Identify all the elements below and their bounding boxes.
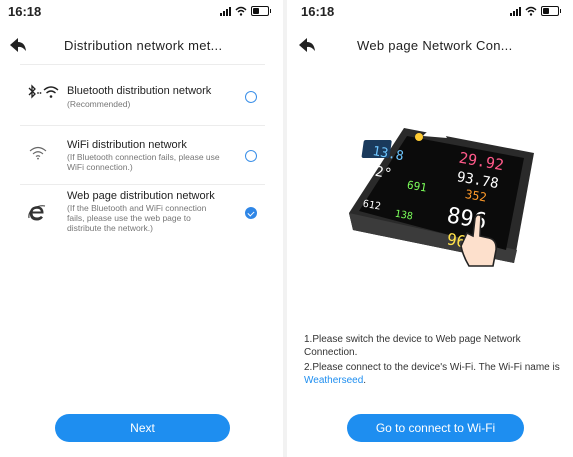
browser-e-icon — [28, 205, 46, 221]
instruction-1: 1.Please switch the device to Web page N… — [304, 334, 521, 358]
nav-bar: Distribution network met... — [0, 28, 283, 62]
status-time: 16:18 — [301, 4, 335, 19]
option-bluetooth[interactable]: Bluetooth distribution network (Recommen… — [20, 64, 265, 125]
status-icons — [510, 6, 561, 16]
option-webpage[interactable]: Web page distribution network (If the Bl… — [20, 184, 265, 243]
page-title: Web page Network Con... — [357, 38, 513, 53]
connect-wifi-button[interactable]: Go to connect to Wi-Fi — [347, 414, 524, 442]
radio-bluetooth[interactable] — [245, 91, 257, 103]
option-title: WiFi distribution network — [67, 139, 187, 151]
nav-bar: Web page Network Con... — [287, 28, 573, 62]
wifi-status-icon — [525, 6, 537, 16]
back-arrow-icon[interactable] — [8, 36, 28, 54]
option-wifi[interactable]: WiFi distribution network (If Bluetooth … — [20, 125, 265, 184]
left-screen: 16:18 Distribution network met... Blueto… — [0, 0, 283, 457]
status-bar: 16:18 — [287, 0, 573, 22]
cellular-signal-icon — [510, 6, 521, 16]
wifi-status-icon — [235, 6, 247, 16]
sun-icon — [415, 133, 423, 141]
option-title: Bluetooth distribution network — [67, 85, 212, 97]
option-subtitle: (If Bluetooth connection fails, please u… — [67, 152, 220, 172]
wifi-name: Weatherseed — [304, 375, 364, 386]
status-bar: 16:18 — [0, 0, 283, 22]
status-icons — [220, 6, 271, 16]
back-arrow-icon[interactable] — [297, 36, 317, 54]
instruction-2: 2.Please connect to the device's Wi-Fi. … — [304, 361, 566, 387]
instruction-2-text: 2.Please connect to the device's Wi-Fi. … — [304, 362, 560, 373]
instruction-2-suffix: . — [363, 375, 367, 386]
cellular-signal-icon — [220, 6, 231, 16]
battery-icon — [541, 6, 559, 16]
option-subtitle: (Recommended) — [67, 99, 131, 109]
reading-r3: 22° — [365, 162, 393, 182]
status-time: 16:18 — [8, 4, 42, 19]
instructions: 1.Please switch the device to Web page N… — [304, 333, 566, 389]
weather-station-illustration: 13.8 29.92 22° 93.78 691 352 896 96 612 … — [349, 128, 534, 267]
page-title: Distribution network met... — [64, 38, 223, 53]
bluetooth-wifi-icon — [28, 84, 59, 99]
option-title: Web page distribution network — [67, 190, 215, 202]
radio-wifi[interactable] — [245, 150, 257, 162]
next-button[interactable]: Next — [55, 414, 230, 442]
method-list: Bluetooth distribution network (Recommen… — [20, 64, 265, 243]
battery-icon — [251, 6, 269, 16]
option-subtitle: (If the Bluetooth and WiFi connection fa… — [67, 203, 207, 233]
wifi-icon — [29, 146, 47, 160]
radio-webpage[interactable] — [245, 207, 257, 219]
right-screen: 16:18 Web page Network Con... 13.8 29.92… — [287, 0, 573, 457]
